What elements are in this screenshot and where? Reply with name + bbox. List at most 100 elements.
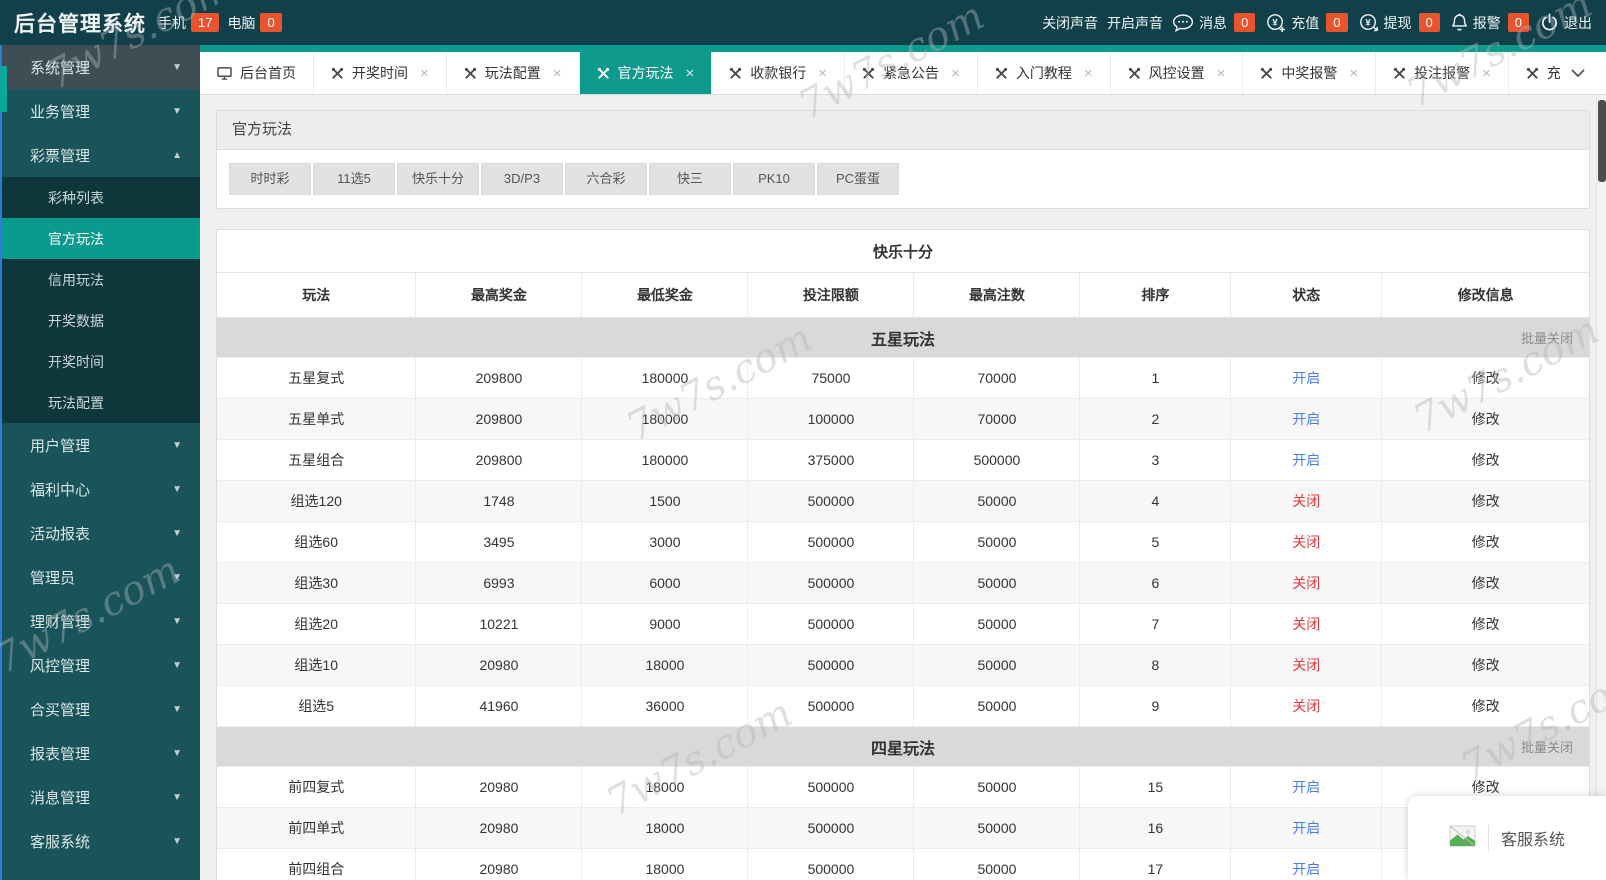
tab-close-icon[interactable]: × [1482, 65, 1491, 82]
sidebar-item-label: 福利中心 [30, 481, 91, 499]
tab-item[interactable]: 中奖报警 × [1243, 52, 1377, 94]
game-filter-button[interactable]: PC蛋蛋 [817, 163, 899, 195]
pc-counter: 电脑 0 [227, 13, 289, 33]
customer-service-widget[interactable]: 客服系统 [1408, 796, 1606, 880]
game-filter-button[interactable]: 快三 [649, 163, 731, 195]
page-scrollbar-thumb[interactable] [1598, 100, 1606, 182]
status-link[interactable]: 关闭 [1292, 534, 1320, 550]
game-filter-button[interactable]: 六合彩 [565, 163, 647, 195]
tab-item[interactable]: 后台首页 [200, 52, 314, 94]
tab-close-icon[interactable]: × [818, 65, 827, 82]
topbar-action-关闭声音[interactable]: 关闭声音 [1042, 13, 1098, 33]
tab-item[interactable]: 投注报警 × [1376, 52, 1509, 94]
batch-close-link[interactable]: 批量关闭 [1521, 318, 1573, 357]
sidebar-item[interactable]: 业务管理 ▼ [0, 89, 200, 133]
modify-link[interactable]: 修改 [1472, 657, 1500, 673]
status-link[interactable]: 关闭 [1292, 657, 1320, 673]
page-scrollbar[interactable] [1596, 95, 1606, 880]
topbar-action-开启声音[interactable]: 开启声音 [1107, 13, 1163, 33]
tab-close-icon[interactable]: × [553, 65, 562, 82]
sidebar-subitem[interactable]: 官方玩法 [0, 218, 200, 259]
column-header: 最高奖金 [415, 273, 583, 318]
modify-link[interactable]: 修改 [1472, 534, 1500, 550]
sidebar-item[interactable]: 管理员 ▼ [0, 555, 200, 599]
game-filter-button[interactable]: 时时彩 [229, 163, 311, 195]
game-filter-button[interactable]: 3D/P3 [481, 163, 563, 195]
status-link[interactable]: 开启 [1292, 370, 1320, 386]
topbar-action-label: 提现 [1383, 14, 1412, 31]
tab-close-icon[interactable]: × [420, 65, 429, 82]
topbar-action-报警[interactable]: 报警 0 [1451, 13, 1531, 33]
status-link[interactable]: 开启 [1292, 411, 1320, 427]
topbar-action-退出[interactable]: 退出 [1540, 13, 1592, 33]
modify-link[interactable]: 修改 [1472, 616, 1500, 632]
status-link[interactable]: 开启 [1292, 779, 1320, 795]
table-row: 组选10 20980 18000 500000 50000 8 关闭 修改 [217, 644, 1589, 686]
count-badge: 0 [1418, 13, 1440, 32]
value-cell: 209800 [415, 439, 583, 481]
sidebar-item[interactable]: 活动报表 ▼ [0, 511, 200, 555]
tab-item[interactable]: 开奖时间 × [314, 52, 447, 94]
modify-cell: 修改 [1381, 562, 1589, 604]
tab-close-icon[interactable]: × [686, 65, 695, 82]
tab-overflow-dropdown[interactable] [1560, 52, 1596, 94]
table-row: 前四复式 20980 18000 500000 50000 15 开启 修改 [217, 766, 1589, 808]
topbar-action-充值[interactable]: ¥ 充值 0 [1266, 13, 1349, 33]
sidebar-item[interactable]: 报表管理 ▼ [0, 731, 200, 775]
modify-link[interactable]: 修改 [1472, 698, 1500, 714]
modify-link[interactable]: 修改 [1472, 370, 1500, 386]
sidebar-subitem[interactable]: 开奖时间 [0, 341, 200, 382]
group-name: 五星玩法 [870, 331, 935, 349]
sidebar-subitem[interactable]: 玩法配置 [0, 382, 200, 423]
topbar-action-消息[interactable]: 消息 0 [1172, 13, 1257, 33]
batch-close-link[interactable]: 批量关闭 [1521, 727, 1573, 766]
modify-link[interactable]: 修改 [1472, 452, 1500, 468]
tab-item[interactable]: 入门教程 × [978, 52, 1111, 94]
status-link[interactable]: 开启 [1292, 861, 1320, 877]
sidebar-item[interactable]: 福利中心 ▼ [0, 467, 200, 511]
tab-close-icon[interactable]: × [951, 65, 960, 82]
sidebar-subitem[interactable]: 信用玩法 [0, 259, 200, 300]
game-filter-button[interactable]: 快乐十分 [397, 163, 479, 195]
status-link[interactable]: 关闭 [1292, 493, 1320, 509]
status-link[interactable]: 关闭 [1292, 616, 1320, 632]
sidebar-item[interactable]: 风控管理 ▼ [0, 643, 200, 687]
status-link[interactable]: 关闭 [1292, 575, 1320, 591]
sidebar-item[interactable]: 系统管理 ▼ [0, 45, 200, 89]
chevron-up-icon: ▲ [172, 149, 182, 161]
modify-link[interactable]: 修改 [1472, 493, 1500, 509]
tools-icon [464, 67, 477, 80]
sidebar-subitem[interactable]: 开奖数据 [0, 300, 200, 341]
modify-link[interactable]: 修改 [1472, 779, 1500, 795]
sidebar-item[interactable]: 客服系统 ▼ [0, 819, 200, 863]
status-link[interactable]: 开启 [1292, 452, 1320, 468]
tab-item[interactable]: 风控设置 × [1111, 52, 1244, 94]
tab-close-icon[interactable]: × [1217, 65, 1226, 82]
tab-close-icon[interactable]: × [1084, 65, 1093, 82]
status-link[interactable]: 开启 [1292, 820, 1320, 836]
status-link[interactable]: 关闭 [1292, 698, 1320, 714]
tab-close-icon[interactable]: × [1349, 65, 1358, 82]
value-cell: 500000 [747, 766, 915, 808]
sidebar-item[interactable]: 合买管理 ▼ [0, 687, 200, 731]
tab-label: 充值 [1546, 65, 1560, 81]
sidebar-item[interactable]: 彩票管理 ▲ [0, 133, 200, 177]
tab-item[interactable]: 紧急公告 × [845, 52, 978, 94]
sidebar-subitem[interactable]: 彩种列表 [0, 177, 200, 218]
modify-link[interactable]: 修改 [1472, 411, 1500, 427]
sidebar-item-label: 消息管理 [30, 789, 91, 807]
tab-item[interactable]: 收款银行 × [712, 52, 846, 94]
tab-item[interactable]: 官方玩法 × [579, 52, 713, 94]
tab-item[interactable]: 玩法配置 × [447, 52, 580, 94]
tab-item[interactable]: 充值 [1509, 52, 1560, 94]
chevron-down-icon: ▼ [172, 61, 182, 73]
sidebar-item[interactable]: 用户管理 ▼ [0, 423, 200, 467]
sidebar-scrollbar-thumb[interactable] [0, 66, 7, 112]
topbar-action-提现[interactable]: ¥ 提现 0 [1359, 13, 1442, 33]
game-filter-button[interactable]: 11选5 [313, 163, 395, 195]
value-cell: 1748 [415, 480, 583, 522]
sidebar-item[interactable]: 理财管理 ▼ [0, 599, 200, 643]
modify-link[interactable]: 修改 [1472, 575, 1500, 591]
game-filter-button[interactable]: PK10 [733, 163, 815, 195]
sidebar-item[interactable]: 消息管理 ▼ [0, 775, 200, 819]
